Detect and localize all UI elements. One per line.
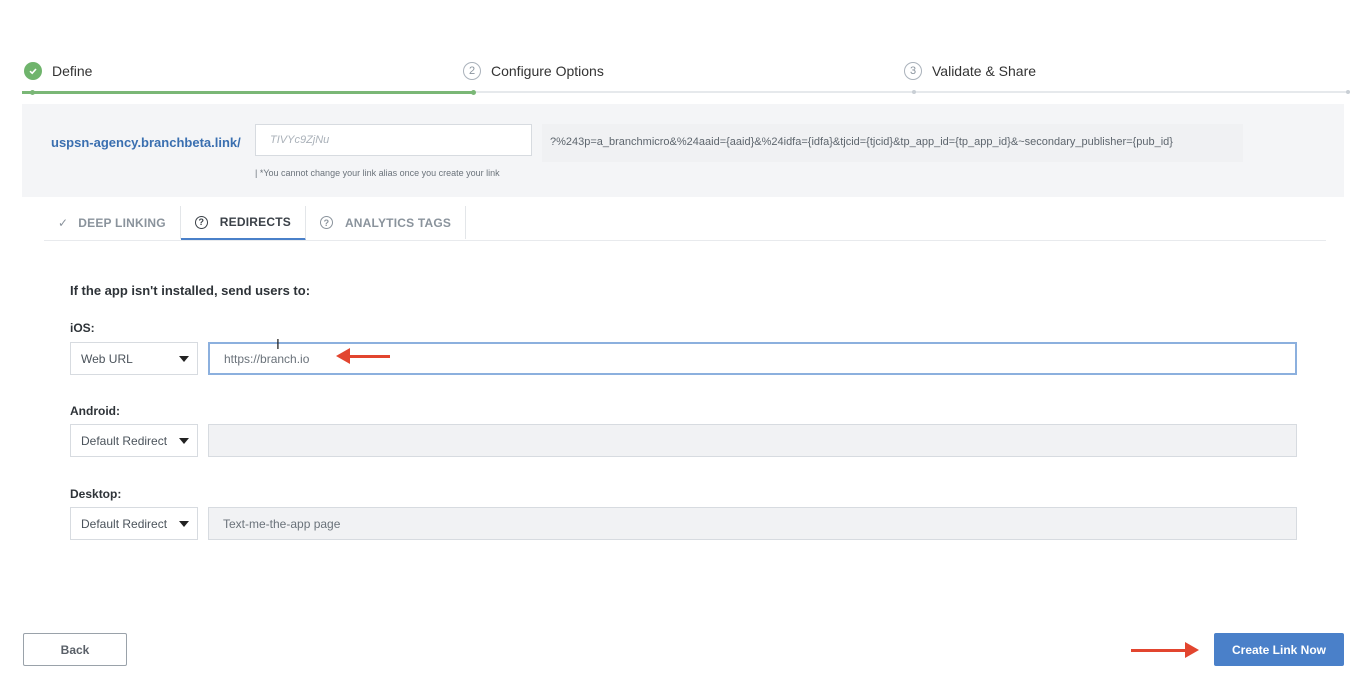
annotation-arrow-icon — [1131, 642, 1199, 658]
progress-dot — [30, 90, 35, 95]
tab-label: ANALYTICS TAGS — [344, 215, 452, 230]
create-link-button[interactable]: Create Link Now — [1214, 633, 1344, 666]
desktop-redirect-select[interactable]: Default Redirect — [70, 507, 198, 540]
annotation-arrow-icon — [336, 348, 390, 364]
tab-analytics-tags[interactable]: ? ANALYTICS TAGS — [306, 206, 467, 239]
check-circle-icon — [24, 62, 42, 80]
ios-label: iOS: — [70, 321, 95, 335]
check-icon: ✓ — [58, 215, 69, 230]
ios-url-input[interactable]: https://branch.io — [208, 342, 1297, 375]
tab-deep-linking[interactable]: ✓ DEEP LINKING — [44, 206, 181, 239]
redirects-heading: If the app isn't installed, send users t… — [70, 283, 311, 298]
android-url-input[interactable] — [208, 424, 1297, 457]
progress-fill — [22, 91, 474, 94]
caret-down-icon — [179, 437, 189, 444]
tab-label: REDIRECTS — [219, 215, 291, 229]
alias-note: | *You cannot change your link alias onc… — [255, 168, 500, 178]
select-value: Default Redirect — [81, 433, 168, 448]
step-define[interactable]: Define — [24, 62, 92, 80]
tab-redirects[interactable]: ? REDIRECTS — [180, 206, 306, 241]
text-cursor-icon: I — [276, 338, 280, 353]
progress-dot — [1346, 90, 1350, 94]
step-number: 3 — [904, 62, 922, 80]
step-label: Configure Options — [491, 63, 604, 79]
desktop-label: Desktop: — [70, 487, 122, 501]
tab-bar: ✓ DEEP LINKING ? REDIRECTS ? ANALYTICS T… — [44, 204, 467, 241]
android-label: Android: — [70, 404, 120, 418]
link-query-string: ?%243p=a_branchmicro&%24aaid={aaid}&%24i… — [542, 124, 1243, 162]
tab-divider — [44, 240, 1326, 241]
android-redirect-select[interactable]: Default Redirect — [70, 424, 198, 457]
select-value: Web URL — [81, 351, 133, 366]
ios-redirect-select[interactable]: Web URL — [70, 342, 198, 375]
select-value: Default Redirect — [81, 516, 168, 531]
step-label: Define — [52, 63, 93, 79]
step-number: 2 — [463, 62, 481, 80]
caret-down-icon — [179, 355, 189, 362]
progress-dot — [471, 90, 476, 95]
caret-down-icon — [179, 520, 189, 527]
progress-dot — [912, 90, 916, 94]
step-validate-share[interactable]: 3 Validate & Share — [904, 62, 1036, 80]
step-label: Validate & Share — [932, 63, 1037, 79]
back-button[interactable]: Back — [23, 633, 127, 666]
step-configure-options[interactable]: 2 Configure Options — [463, 62, 604, 80]
desktop-url-input[interactable]: Text-me-the-app page — [208, 507, 1297, 540]
question-icon: ? — [319, 216, 333, 229]
question-icon: ? — [194, 215, 208, 229]
link-domain: uspsn-agency.branchbeta.link/ — [51, 135, 241, 150]
link-alias-input[interactable]: TIVYc9ZjNu — [255, 124, 532, 156]
tab-label: DEEP LINKING — [78, 215, 166, 230]
